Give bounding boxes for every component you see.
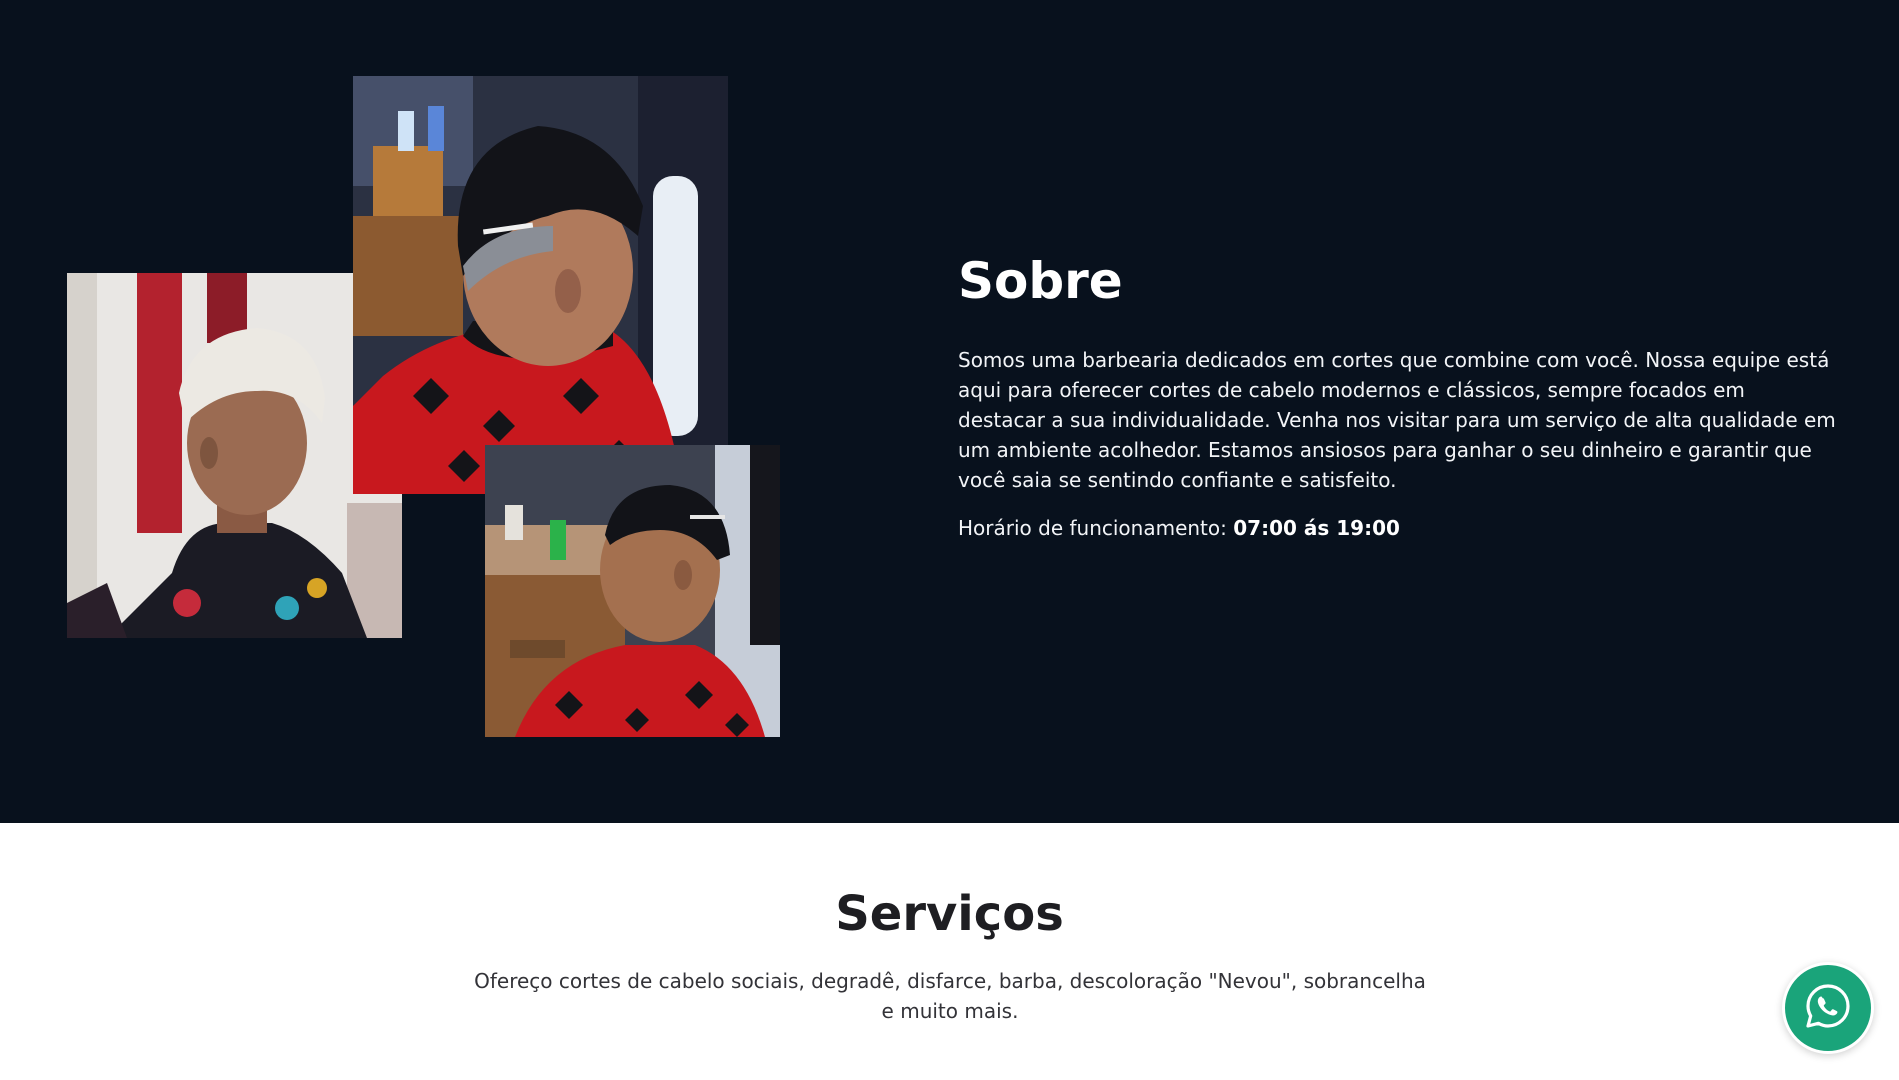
whatsapp-icon [1802, 980, 1854, 1036]
services-title: Serviços [835, 886, 1064, 942]
services-description: Ofereço cortes de cabelo sociais, degrad… [460, 966, 1440, 1026]
about-section: Sobre Somos uma barbearia dedicados em c… [0, 0, 1899, 823]
about-title: Sobre [958, 252, 1123, 310]
opening-hours: Horário de funcionamento: 07:00 ás 19:00 [958, 513, 1400, 543]
haircut-photo-side-fade [485, 445, 780, 737]
about-description: Somos uma barbearia dedicados em cortes … [958, 348, 1836, 492]
services-description-line1: Ofereço cortes de cabelo sociais, degrad… [474, 969, 1426, 993]
haircut-photo-fade-design [353, 76, 728, 494]
services-description-line2: e muito mais. [881, 999, 1019, 1023]
whatsapp-button[interactable] [1782, 962, 1874, 1054]
opening-hours-value: 07:00 ás 19:00 [1233, 516, 1400, 540]
haircut-photo-blonde [67, 273, 402, 638]
opening-hours-label: Horário de funcionamento: [958, 516, 1227, 540]
